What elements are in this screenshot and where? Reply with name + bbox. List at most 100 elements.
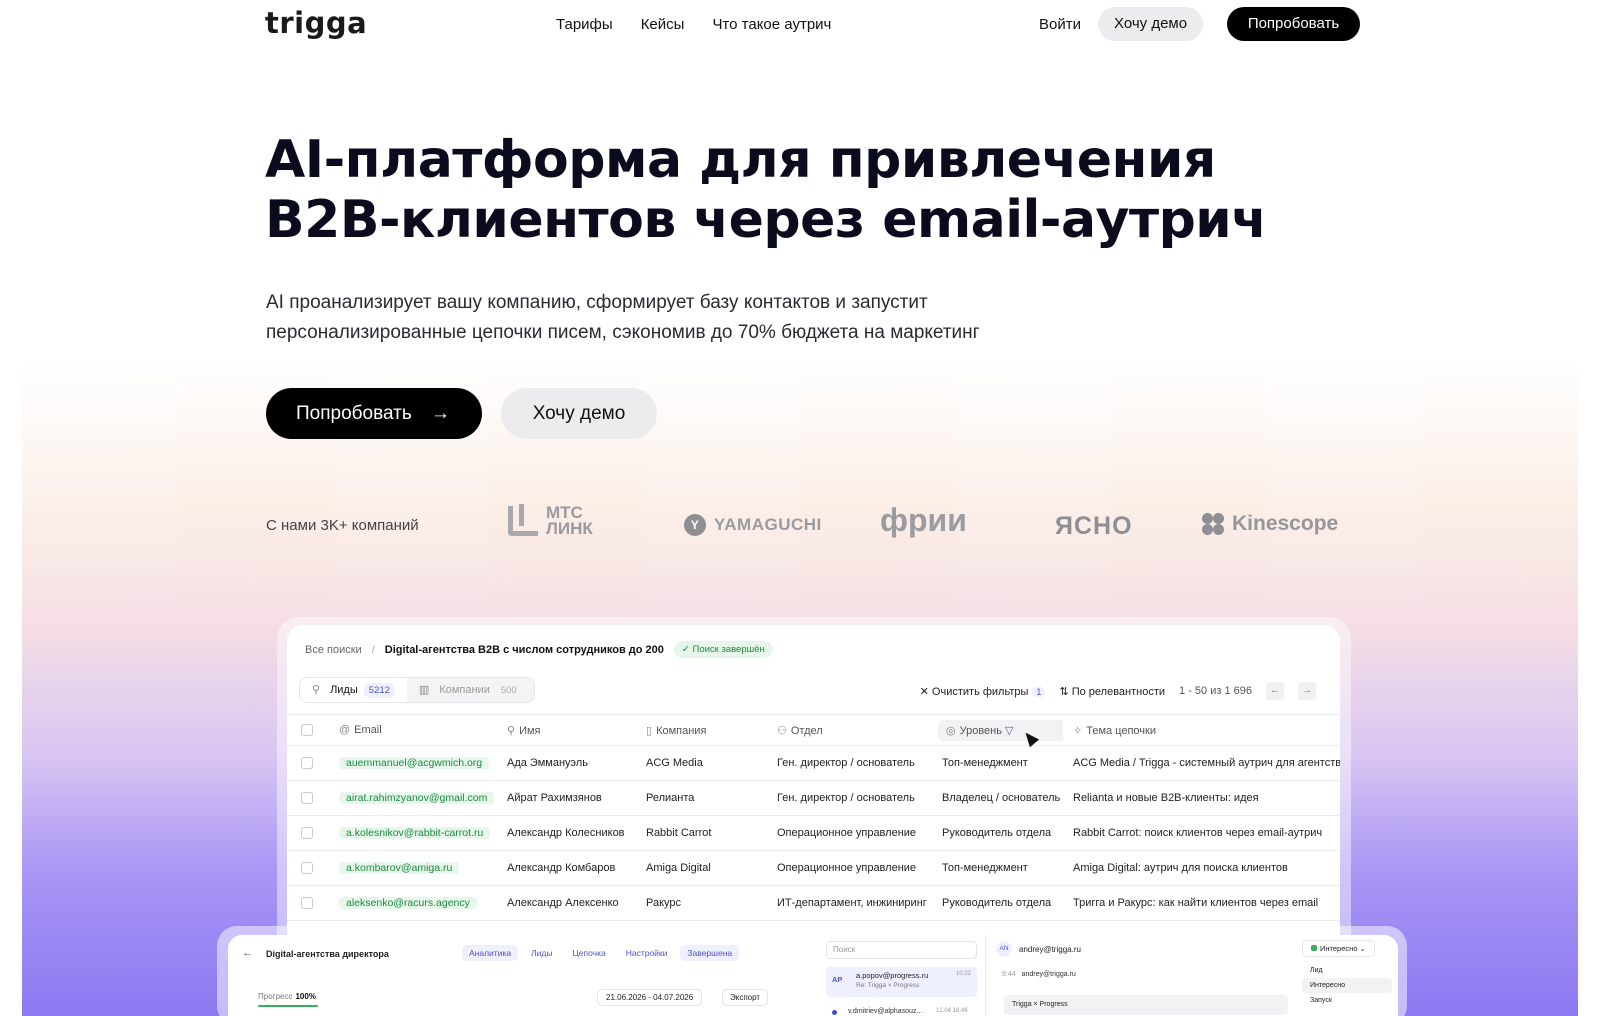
table-row[interactable]: a.kolesnikov@rabbit-carrot.ru Александр … bbox=[287, 816, 1340, 851]
cell-company: Ракурс bbox=[646, 897, 682, 909]
column-email[interactable]: @ Email bbox=[329, 724, 497, 736]
header-demo-button[interactable]: Хочу демо bbox=[1098, 7, 1204, 41]
inbox-preview: Поиск AP a.popov@progress.ru Re: Trigga … bbox=[818, 935, 1398, 1016]
pagination-info: 1 - 50 из 1 696 bbox=[1179, 685, 1252, 697]
campaign-preview: ← Digital-агентства директора Аналитика … bbox=[228, 935, 807, 1016]
leads-table: @ Email ⚲ Имя ▯ Компания ⚇ Отдел ◎ Уровень ▽ … bbox=[287, 714, 1340, 921]
prev-page-button[interactable]: ← bbox=[1266, 682, 1284, 700]
row-checkbox[interactable] bbox=[301, 897, 313, 909]
date-range-picker[interactable]: 21.06.2026 - 04.07.2026 bbox=[597, 989, 703, 1006]
hero-title: AI-платформа для привлечения B2B-клиенто… bbox=[265, 130, 1365, 250]
user-icon: ⚲ bbox=[312, 684, 321, 696]
row-checkbox[interactable] bbox=[301, 827, 313, 839]
tab-analytics[interactable]: Аналитика bbox=[462, 945, 519, 961]
search-status-badge: ✓ Поиск завершён bbox=[673, 641, 773, 658]
dropdown-option-lead[interactable]: Лид bbox=[1302, 963, 1392, 978]
inbox-message-sender-2[interactable]: v.dmitriev@alphasouz... bbox=[848, 1008, 922, 1015]
dropdown-option-interesting[interactable]: Интересно bbox=[1302, 978, 1392, 993]
arrow-right-icon: → bbox=[431, 403, 450, 424]
email-chip[interactable]: aleksenko@racurs.agency bbox=[339, 897, 477, 909]
nav-item-pricing[interactable]: Тарифы bbox=[556, 16, 613, 33]
email-chip[interactable]: a.kombarov@amiga.ru bbox=[339, 862, 460, 874]
column-level[interactable]: ◎ Уровень ▽ bbox=[932, 719, 1063, 741]
user-icon: ⚲ bbox=[507, 724, 516, 737]
back-arrow-icon[interactable]: ← bbox=[242, 947, 253, 959]
cell-department: Операционное управление bbox=[777, 827, 917, 839]
next-page-button[interactable]: → bbox=[1298, 682, 1316, 700]
hero-title-line-1: AI-платформа для привлечения bbox=[265, 130, 1216, 190]
progress-bar bbox=[258, 1005, 318, 1007]
table-row[interactable]: airat.rahimzyanov@gmail.com Айрат Рахимз… bbox=[287, 781, 1340, 816]
hero-try-label: Попробовать bbox=[296, 403, 412, 424]
cell-company: Rabbit Carrot bbox=[646, 827, 712, 839]
client-logo-friy: фрии bbox=[880, 502, 967, 538]
unread-dot-icon bbox=[832, 1010, 837, 1015]
thread-message-bubble: Trigga × Progress bbox=[1004, 995, 1288, 1015]
cell-topic: ACG Media / Trigga - системный аутрич дл… bbox=[1073, 757, 1340, 769]
inbox-search-input[interactable]: Поиск bbox=[826, 941, 977, 959]
progress-value: 100% bbox=[295, 992, 316, 1001]
dropdown-option-launch[interactable]: Запуск bbox=[1302, 993, 1392, 1008]
cell-topic: Amiga Digital: аутрич для поиска клиенто… bbox=[1073, 862, 1288, 874]
hero-title-line-2: B2B-клиентов через email-аутрич bbox=[265, 190, 1267, 250]
cell-name: Ада Эммануэль bbox=[507, 757, 588, 769]
column-chain-topic[interactable]: ✧ Тема цепочки bbox=[1063, 724, 1340, 737]
campaign-status-badge: Завершена bbox=[680, 945, 740, 961]
leads-count: 5212 bbox=[363, 682, 395, 698]
tab-companies[interactable]: ▥ Компании 500 bbox=[406, 678, 534, 702]
export-button[interactable]: Экспорт bbox=[722, 989, 769, 1006]
clear-filters-button[interactable]: ✕ Очистить фильтры 1 bbox=[920, 685, 1046, 698]
lead-status-select[interactable]: Интересно ⌄ bbox=[1302, 940, 1375, 957]
row-checkbox[interactable] bbox=[301, 792, 313, 804]
client-logo-mts-link: МТС ЛИНК bbox=[508, 504, 593, 537]
table-row[interactable]: auemmanuel@acgwmich.org Ада Эммануэль AC… bbox=[287, 746, 1340, 781]
tab-settings[interactable]: Настройки bbox=[619, 945, 675, 961]
brand-logo[interactable]: trigga bbox=[265, 6, 367, 40]
campaign-tabs: Аналитика Лиды Цепочка Настройки Заверше… bbox=[462, 945, 740, 961]
main-nav: Тарифы Кейсы Что такое аутрич bbox=[556, 16, 831, 33]
tabs: ⚲ Лиды 5212 ▥ Компании 500 bbox=[299, 677, 535, 703]
breadcrumb: Все поиски / Digital-агентства B2B с чис… bbox=[305, 641, 773, 658]
cell-level: Руководитель отдела bbox=[942, 827, 1052, 839]
row-checkbox[interactable] bbox=[301, 862, 313, 874]
client-logo-kinescope: Kinescope bbox=[1202, 512, 1338, 536]
avatar: AN bbox=[996, 941, 1012, 957]
mts-link-icon bbox=[508, 504, 538, 536]
nav-item-cases[interactable]: Кейсы bbox=[641, 16, 685, 33]
inbox-message-item[interactable]: AP a.popov@progress.ru Re: Trigga × Prog… bbox=[826, 967, 977, 997]
message-time: 10:22 bbox=[955, 971, 971, 977]
email-chip[interactable]: airat.rahimzyanov@gmail.com bbox=[339, 792, 495, 804]
cell-name: Александр Алексенко bbox=[507, 897, 619, 909]
tab-leads[interactable]: ⚲ Лиды 5212 bbox=[300, 678, 407, 702]
sort-button[interactable]: ⇅ По релевантности bbox=[1059, 685, 1165, 698]
table-row[interactable]: aleksenko@racurs.agency Александр Алексе… bbox=[287, 886, 1340, 921]
hero-demo-button[interactable]: Хочу демо bbox=[501, 388, 657, 439]
header-try-button[interactable]: Попробовать bbox=[1227, 7, 1360, 41]
nav-item-what-is-outreach[interactable]: Что такое аутрич bbox=[712, 16, 831, 33]
column-department[interactable]: ⚇ Отдел bbox=[767, 724, 932, 737]
tab-chain[interactable]: Цепочка bbox=[565, 945, 612, 961]
table-row[interactable]: a.kombarov@amiga.ru Александр Комбаров A… bbox=[287, 851, 1340, 886]
hero-try-button[interactable]: Попробовать → bbox=[266, 388, 482, 439]
building-icon: ▥ bbox=[418, 684, 430, 696]
filter-icon[interactable]: ▽ bbox=[1005, 725, 1013, 737]
progress-label: Прогресс 100% bbox=[258, 992, 316, 1001]
login-link[interactable]: Войти bbox=[1039, 16, 1081, 33]
hero-subtitle-line-1: AI проанализирует вашу компанию, сформир… bbox=[266, 292, 928, 313]
column-name[interactable]: ⚲ Имя bbox=[497, 724, 636, 737]
email-chip[interactable]: auemmanuel@acgwmich.org bbox=[339, 757, 490, 769]
cell-department: Операционное управление bbox=[777, 862, 917, 874]
kinescope-icon bbox=[1202, 513, 1224, 535]
cell-company: Релианта bbox=[646, 792, 695, 804]
select-all-checkbox[interactable] bbox=[301, 724, 313, 736]
email-chip[interactable]: a.kolesnikov@rabbit-carrot.ru bbox=[339, 827, 491, 839]
tab-leads[interactable]: Лиды bbox=[524, 945, 559, 961]
status-dropdown: Лид Интересно Запуск bbox=[1302, 963, 1392, 1008]
column-company[interactable]: ▯ Компания bbox=[636, 724, 767, 737]
cell-name: Александр Комбаров bbox=[507, 862, 616, 874]
row-checkbox[interactable] bbox=[301, 757, 313, 769]
cell-level: Топ-менеджмент bbox=[942, 862, 1028, 874]
table-header-row: @ Email ⚲ Имя ▯ Компания ⚇ Отдел ◎ Уровень ▽ … bbox=[287, 714, 1340, 746]
clients-label: С нами 3K+ компаний bbox=[266, 517, 419, 534]
breadcrumb-root[interactable]: Все поиски bbox=[305, 644, 362, 656]
